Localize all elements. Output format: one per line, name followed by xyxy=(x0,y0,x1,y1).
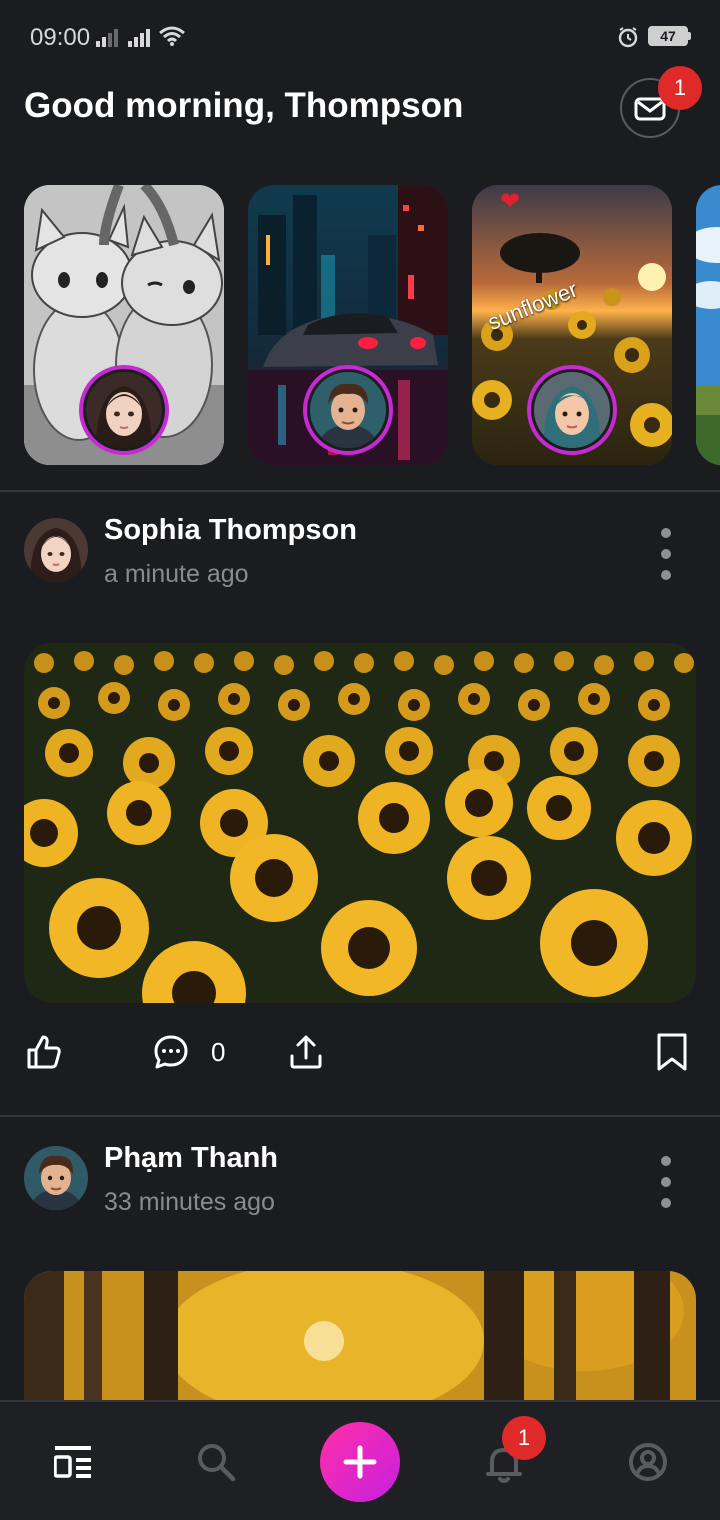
status-bar: 09:00 47 xyxy=(0,0,720,72)
post-timestamp: a minute ago xyxy=(104,560,249,588)
battery-tip xyxy=(688,32,691,40)
alarm-icon xyxy=(618,27,638,48)
story-avatar xyxy=(79,365,169,455)
post-menu-button[interactable] xyxy=(652,1156,680,1208)
battery-icon: 47 xyxy=(648,26,688,46)
post-image[interactable] xyxy=(24,1271,696,1400)
bottom-navigation: 1 xyxy=(0,1400,720,1520)
post-author-avatar[interactable] xyxy=(24,518,88,582)
profile-icon xyxy=(629,1443,667,1481)
signal-icon xyxy=(96,29,118,47)
signal-icon xyxy=(128,29,150,47)
avatar xyxy=(534,372,610,448)
comment-button[interactable]: 0 xyxy=(153,1034,225,1070)
add-icon xyxy=(343,1445,377,1479)
stories-row[interactable]: ❤ sunflower xyxy=(24,185,720,465)
post-author-avatar[interactable] xyxy=(24,1146,88,1210)
feed-icon xyxy=(53,1446,91,1478)
story-image xyxy=(696,185,720,465)
bookmark-icon xyxy=(657,1033,687,1071)
avatar xyxy=(24,1146,88,1210)
status-time: 09:00 xyxy=(30,24,91,51)
notification-badge: 1 xyxy=(502,1416,546,1460)
comment-count: 0 xyxy=(211,1036,226,1067)
post-author-name[interactable]: Sophia Thompson xyxy=(104,514,357,547)
story-avatar xyxy=(303,365,393,455)
divider xyxy=(0,490,720,492)
avatar xyxy=(310,372,386,448)
story-card[interactable] xyxy=(24,185,224,465)
nav-search[interactable] xyxy=(196,1442,236,1487)
post-menu-button[interactable] xyxy=(652,528,680,580)
greeting-title: Good morning, Thompson xyxy=(24,86,464,125)
story-card[interactable]: ❤ sunflower xyxy=(472,185,672,465)
story-card[interactable] xyxy=(696,185,720,465)
post-timestamp: 33 minutes ago xyxy=(104,1188,275,1216)
nav-feed[interactable] xyxy=(53,1444,92,1485)
avatar xyxy=(24,518,88,582)
story-avatar xyxy=(527,365,617,455)
wifi-icon xyxy=(159,26,185,46)
like-button[interactable] xyxy=(26,1034,62,1070)
autumn-forest-image xyxy=(24,1271,696,1400)
avatar xyxy=(86,372,162,448)
divider xyxy=(0,1115,720,1117)
thumbs-up-icon xyxy=(27,1035,61,1069)
post-image[interactable] xyxy=(24,643,696,1003)
comment-icon xyxy=(154,1035,188,1069)
inbox-badge: 1 xyxy=(658,66,702,110)
nav-profile[interactable] xyxy=(628,1442,668,1487)
bookmark-button[interactable] xyxy=(654,1032,690,1072)
share-icon xyxy=(290,1035,322,1069)
sunflower-field-image xyxy=(24,643,696,1003)
search-icon xyxy=(198,1444,236,1482)
story-card[interactable] xyxy=(248,185,448,465)
post-author-name[interactable]: Phạm Thanh xyxy=(104,1142,278,1175)
create-post-button[interactable] xyxy=(320,1422,400,1502)
heart-icon: ❤ xyxy=(500,188,521,215)
share-button[interactable] xyxy=(288,1034,324,1070)
